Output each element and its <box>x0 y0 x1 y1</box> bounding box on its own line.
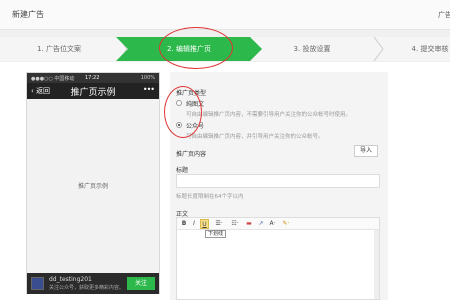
image-button[interactable]: ▬ <box>245 219 253 229</box>
carrier-text: ●●●○○ 中国移动 <box>31 76 75 82</box>
underline-tooltip: 下划线 <box>205 230 227 238</box>
radio-option-2[interactable] <box>176 122 182 128</box>
bold-button[interactable]: B <box>180 219 188 229</box>
step-3[interactable]: 3. 投放设置 <box>262 37 362 61</box>
underline-button[interactable]: U <box>200 219 209 229</box>
phone-preview: ●●●○○ 中国移动 17:22 100% ‹ 返回 推广页示例 ••• 推广页… <box>26 72 160 294</box>
phone-nav-title: 推广页示例 <box>70 88 116 98</box>
editor-toolbar: B I U ☰· ☷· ▬ ↗ A· ✎· <box>177 218 379 230</box>
title-label: 标题 <box>176 167 189 174</box>
ordered-list-button[interactable]: ☰· <box>213 219 225 229</box>
phone-nav-bar: ‹ 返回 推广页示例 ••• <box>27 83 159 99</box>
phone-status-bar: ●●●○○ 中国移动 17:22 100% <box>27 73 159 83</box>
step-4[interactable]: 4. 提交审核 <box>390 37 450 61</box>
link-button[interactable]: ↗ <box>257 219 265 229</box>
option-1-label: 纯图文 <box>186 101 205 108</box>
step-2[interactable]: 2. 编辑推广页 <box>116 37 262 61</box>
import-button[interactable]: 导入 <box>354 145 378 157</box>
title-input[interactable] <box>176 174 380 188</box>
account-name: dd_testing201 <box>49 276 92 283</box>
unordered-list-button[interactable]: ☷· <box>229 219 241 229</box>
page-title: 新建广告 <box>12 10 44 19</box>
step-bar: 1. 广告位文案 2. 编辑推广页 3. 投放设置 4. 提交审核 <box>0 37 450 61</box>
editor-scrollbar[interactable] <box>374 230 379 299</box>
highlight-button[interactable]: ✎· <box>280 219 292 229</box>
option-2-label: 公众号 <box>186 123 205 130</box>
radio-option-1[interactable] <box>176 100 182 106</box>
content-label: 推广页内容 <box>176 151 207 158</box>
italic-button[interactable]: I <box>190 219 198 229</box>
preview-placeholder: 推广页示例 <box>77 183 108 190</box>
battery-text: 100% <box>140 75 155 81</box>
type-label: 推广页类型 <box>176 90 207 97</box>
step-separator-icon <box>373 37 384 61</box>
option-2-hint: 可自由编辑推广页内容，并引导用户关注你的公众帐号。 <box>186 134 324 140</box>
account-desc: 关注公众号，获取更多精彩内容。 <box>49 285 125 291</box>
option-1-hint: 可自由编辑推广页内容，不需要引导用户关注你的公众帐号时使用。 <box>186 112 352 118</box>
more-icon[interactable]: ••• <box>143 85 155 94</box>
title-hint: 标题长度限制在64个字以内 <box>176 194 244 200</box>
follow-button[interactable]: 关注 <box>127 277 155 290</box>
top-bar: 新建广告 广告 <box>0 0 450 30</box>
step-1[interactable]: 1. 广告位文案 <box>0 37 118 61</box>
account-card: dd_testing201 关注公众号，获取更多精彩内容。 关注 <box>27 273 159 294</box>
font-color-button[interactable]: A· <box>267 219 278 229</box>
status-time: 17:22 <box>85 75 100 81</box>
header-right-text: 广告 <box>438 11 450 19</box>
preview-canvas: 推广页示例 <box>27 99 159 273</box>
avatar <box>31 277 44 290</box>
